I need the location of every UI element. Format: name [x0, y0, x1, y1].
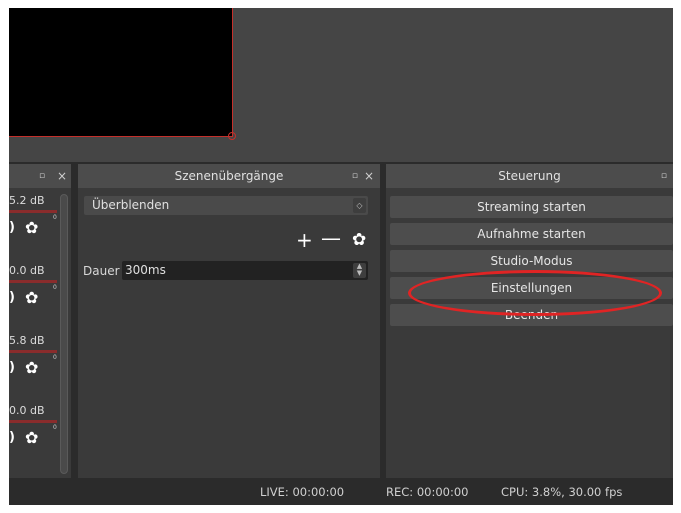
meter-tick-label: 0 — [53, 284, 57, 291]
controls-dock: Steuerung ▫ Streaming starten Aufnahme s… — [386, 164, 673, 478]
obs-window: ▫ × 5.2 dB 0 ) ✿ 0.0 dB 0 ) ✿ 5.8 dB 0 )… — [9, 8, 673, 505]
speaker-icon[interactable]: ) — [9, 430, 15, 445]
gear-icon[interactable]: ✿ — [25, 428, 38, 447]
live-time-status: LIVE: 00:00:00 — [260, 485, 345, 499]
rec-time-status: REC: 00:00:00 — [386, 485, 469, 499]
start-streaming-button[interactable]: Streaming starten — [390, 196, 673, 218]
close-icon[interactable]: × — [364, 164, 374, 188]
controls-title-bar: Steuerung ▫ — [386, 164, 673, 188]
spinner-arrows-icon[interactable]: ▲ ▼ — [353, 263, 366, 278]
volume-db-readout: 0.0 dB — [9, 404, 45, 417]
meter-tick-label: 0 — [53, 214, 57, 221]
volume-db-readout: 5.2 dB — [9, 194, 45, 207]
mixer-title-bar: ▫ × — [9, 164, 71, 188]
close-icon[interactable]: × — [57, 164, 67, 188]
meter-tick-label: 0 — [53, 424, 57, 431]
gear-icon[interactable]: ✿ — [25, 218, 38, 237]
volume-db-readout: 5.8 dB — [9, 334, 45, 347]
volume-meter — [9, 210, 57, 213]
speaker-icon[interactable]: ) — [9, 220, 15, 235]
transition-select[interactable]: Überblenden ◇ — [84, 196, 368, 215]
gear-icon[interactable]: ✿ — [25, 288, 38, 307]
studio-mode-button[interactable]: Studio-Modus — [390, 250, 673, 272]
remove-transition-button[interactable]: — — [321, 228, 341, 248]
transition-select-value: Überblenden — [92, 198, 170, 212]
preview-area[interactable] — [9, 8, 673, 162]
chevron-updown-icon: ◇ — [353, 198, 366, 213]
mixer-scrollbar[interactable] — [60, 194, 68, 474]
float-icon[interactable]: ▫ — [352, 164, 358, 188]
speaker-icon[interactable]: ) — [9, 290, 15, 305]
float-icon[interactable]: ▫ — [661, 164, 667, 188]
preview-canvas[interactable] — [9, 8, 233, 137]
speaker-icon[interactable]: ) — [9, 360, 15, 375]
status-bar: LIVE: 00:00:00 REC: 00:00:00 CPU: 3.8%, … — [9, 478, 673, 505]
meter-tick-label: 0 — [53, 354, 57, 361]
exit-button[interactable]: Beenden — [390, 304, 673, 326]
transitions-title: Szenenübergänge — [174, 169, 284, 183]
controls-title: Steuerung — [498, 169, 561, 183]
volume-meter — [9, 420, 57, 423]
float-icon[interactable]: ▫ — [39, 164, 45, 188]
volume-meter — [9, 350, 57, 353]
volume-meter — [9, 280, 57, 283]
start-recording-button[interactable]: Aufnahme starten — [390, 223, 673, 245]
duration-input[interactable]: 300ms ▲ ▼ — [122, 261, 368, 280]
settings-button[interactable]: Einstellungen — [390, 277, 673, 299]
cpu-status: CPU: 3.8%, 30.00 fps — [501, 485, 623, 499]
transitions-title-bar: Szenenübergänge ▫ × — [78, 164, 380, 188]
duration-label: Dauer — [83, 264, 120, 278]
gear-icon[interactable]: ✿ — [25, 358, 38, 377]
add-transition-button[interactable]: + — [296, 230, 313, 250]
duration-value: 300ms — [125, 263, 166, 277]
audio-mixer-dock: ▫ × 5.2 dB 0 ) ✿ 0.0 dB 0 ) ✿ 5.8 dB 0 )… — [9, 164, 71, 478]
scene-transitions-dock: Szenenübergänge ▫ × Überblenden ◇ + — ✿ … — [78, 164, 380, 478]
gear-icon[interactable]: ✿ — [352, 230, 366, 250]
volume-db-readout: 0.0 dB — [9, 264, 45, 277]
resize-handle[interactable] — [228, 132, 236, 140]
